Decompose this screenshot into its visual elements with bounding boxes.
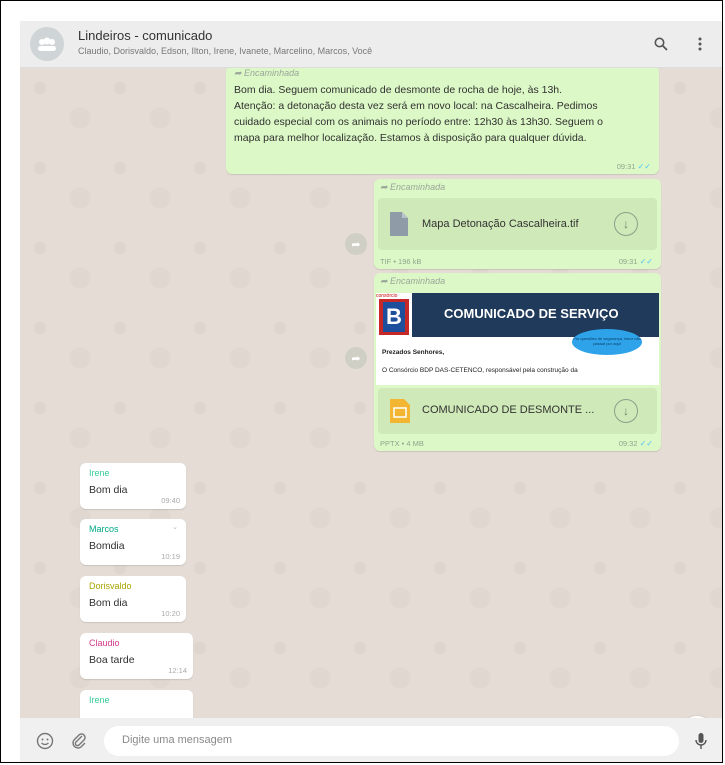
message-line: Atenção: a detonação desta vez será em n…	[234, 100, 598, 112]
screenshot-frame: Lindeiros - comunicado Claudio, Dorisval…	[0, 0, 723, 763]
sender-name[interactable]: Marcos	[89, 524, 119, 534]
whatsapp-window: Lindeiros - comunicado Claudio, Dorisval…	[20, 21, 722, 762]
sender-name[interactable]: Claudio	[89, 638, 120, 648]
composer-bar	[20, 718, 722, 762]
incoming-message[interactable]: Marcos ⌄ Bomdia 10:19	[80, 519, 186, 565]
message-meta: 09:31 ✓✓	[619, 257, 653, 266]
message-time: 10:19	[161, 552, 180, 561]
file-attachment[interactable]: COMUNICADO DE DESMONTE ... ↓	[378, 388, 657, 434]
message-text: Bom dia. Seguem comunicado de desmonte d…	[234, 82, 659, 146]
read-ticks-icon: ✓✓	[639, 439, 653, 448]
forwarded-label: ➦ Encaminhada	[234, 68, 300, 78]
message-text: Bom dia	[89, 597, 128, 609]
forward-arrow-icon: ➦	[234, 68, 245, 78]
incoming-message[interactable]: Irene Bom dia 09:40	[80, 463, 186, 509]
message-time: 09:40	[161, 496, 180, 505]
forwarded-label: ➦ Encaminhada	[380, 182, 446, 192]
message-file-tif[interactable]: ➦ Encaminhada Mapa Detonação Cascalheira…	[374, 179, 661, 269]
read-ticks-icon: ✓✓	[639, 257, 653, 266]
message-list[interactable]: ➦ Encaminhada Bom dia. Seguem comunicado…	[20, 68, 722, 718]
kebab-menu-icon[interactable]	[690, 34, 710, 54]
forward-arrow-icon: ➦	[380, 182, 391, 192]
message-announcement[interactable]: ➦ Encaminhada Bom dia. Seguem comunicado…	[226, 68, 659, 174]
preview-body: O Consórcio BDP DAS-CETENCO, responsável…	[382, 367, 578, 374]
forwarded-label: ➦ Encaminhada	[380, 276, 446, 286]
file-info: PPTX • 4 MB	[380, 439, 424, 448]
message-text: Boa tarde	[89, 654, 135, 666]
file-name: COMUNICADO DE DESMONTE ...	[422, 404, 595, 416]
message-input[interactable]	[120, 733, 664, 747]
sender-name[interactable]: Dorisvaldo	[89, 581, 132, 591]
incoming-message[interactable]: Dorisvaldo Bom dia 10:20	[80, 576, 186, 622]
message-time: 09:31	[618, 257, 638, 266]
message-time: 10:20	[161, 609, 180, 618]
incoming-message[interactable]: Irene	[80, 690, 193, 718]
message-time: 09:31	[616, 162, 636, 171]
search-icon[interactable]	[651, 34, 671, 54]
file-info: TIF • 196 kB	[380, 257, 422, 266]
preview-title: COMUNICADO DE SERVIÇO	[444, 306, 619, 321]
read-ticks-icon: ✓✓	[637, 162, 651, 171]
message-time: 12:14	[168, 666, 187, 675]
file-attachment[interactable]: Mapa Detonação Cascalheira.tif ↓	[378, 198, 657, 250]
logo-letter: B	[383, 302, 405, 332]
message-time: 09:32	[618, 439, 638, 448]
sender-name[interactable]: Irene	[89, 695, 110, 705]
message-input-box[interactable]	[104, 726, 679, 756]
message-line: mapa para melhor localização. Estamos à …	[234, 132, 587, 144]
file-document-icon	[390, 212, 408, 241]
paperclip-icon[interactable]	[68, 730, 90, 752]
preview-callout: Por questões de segurança, favor não pas…	[572, 329, 642, 355]
file-name: Mapa Detonação Cascalheira.tif	[422, 218, 579, 230]
message-meta: 09:32 ✓✓	[619, 439, 653, 448]
forward-arrow-icon: ➦	[380, 276, 391, 286]
message-meta: 09:31 ✓✓	[617, 162, 651, 171]
logo-mark: B	[379, 299, 409, 335]
forward-share-icon[interactable]: ➦	[345, 347, 367, 369]
chat-header[interactable]: Lindeiros - comunicado Claudio, Dorisval…	[20, 21, 722, 68]
chat-title: Lindeiros - comunicado	[78, 28, 213, 43]
message-text: Bomdia	[89, 540, 125, 552]
document-preview[interactable]: consórcio B COMUNICADO DE SERVIÇO Por qu…	[376, 293, 659, 385]
download-icon[interactable]: ↓	[614, 212, 638, 236]
message-menu-chevron-icon[interactable]: ⌄	[172, 523, 178, 531]
forward-share-icon[interactable]: ➦	[345, 233, 367, 255]
preview-logo: consórcio B	[376, 293, 412, 337]
message-text: Bom dia	[89, 484, 128, 496]
message-file-pptx[interactable]: ➦ Encaminhada consórcio B COMUNICADO DE …	[374, 273, 661, 451]
preview-salutation: Prezados Senhores,	[382, 349, 445, 356]
presentation-file-icon	[390, 399, 410, 428]
message-line: cuidado especial com os animais no perío…	[234, 116, 603, 128]
chat-participants: Claudio, Dorisvaldo, Edson, Ilton, Irene…	[78, 46, 373, 56]
sender-name[interactable]: Irene	[89, 468, 110, 478]
download-icon[interactable]: ↓	[614, 399, 638, 423]
emoji-icon[interactable]	[34, 730, 56, 752]
group-avatar-icon[interactable]	[30, 27, 64, 61]
microphone-icon[interactable]	[690, 730, 712, 752]
message-line: Bom dia. Seguem comunicado de desmonte d…	[234, 84, 563, 96]
incoming-message[interactable]: Claudio Boa tarde 12:14	[80, 633, 193, 679]
